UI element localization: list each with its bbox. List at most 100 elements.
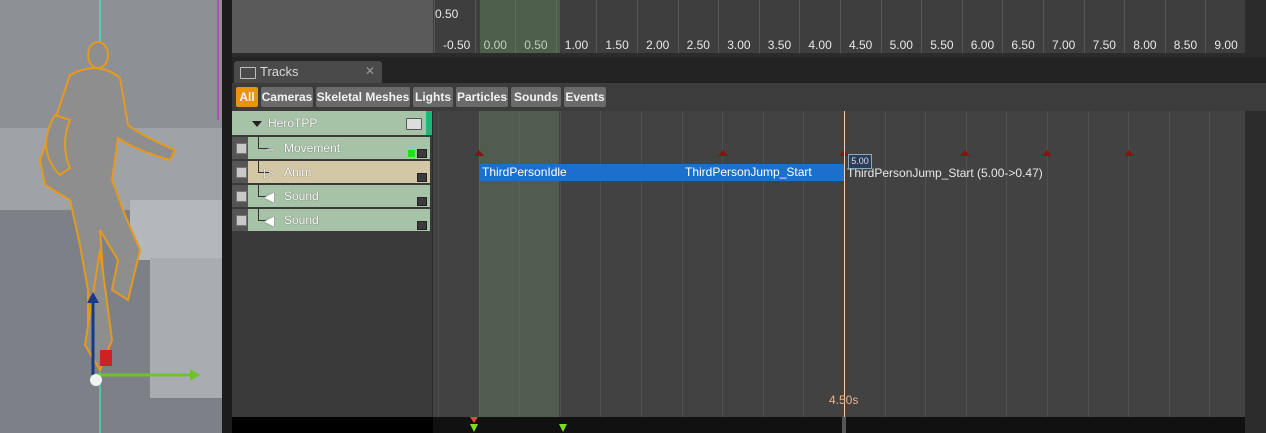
graph-gridline — [596, 0, 598, 53]
graph-x-label: 7.00 — [1052, 38, 1076, 52]
track-header[interactable]: ◀ Sound — [248, 185, 430, 207]
track-enable-checkbox[interactable] — [236, 143, 247, 154]
range-end-marker-icon[interactable] — [559, 424, 567, 432]
track-enable-checkbox[interactable] — [236, 191, 247, 202]
track-header[interactable]: ⇔ Movement — [248, 137, 430, 159]
tracks-tab-icon — [240, 67, 256, 79]
track-options-icon[interactable] — [417, 221, 427, 230]
graph-x-label: 4.50 — [849, 38, 873, 52]
movement-icon: ⇔ — [264, 141, 277, 156]
track-label: Anim — [284, 165, 312, 179]
graph-gridline — [1124, 0, 1126, 53]
timeline-gridline — [1006, 111, 1008, 417]
track-header[interactable]: ▷ Anim — [248, 161, 430, 183]
graph-x-label: 9.00 — [1214, 38, 1238, 52]
timeline-gridline — [438, 111, 439, 417]
group-label: HeroTPP — [268, 116, 318, 130]
graph-x-label: 8.00 — [1133, 38, 1157, 52]
timeline-scroll-margin — [1245, 111, 1266, 433]
graph-gridline — [799, 0, 801, 53]
filter-button-events[interactable]: Events — [564, 87, 606, 107]
filter-button-sounds[interactable]: Sounds — [511, 87, 561, 107]
timeline-gridline — [762, 111, 764, 417]
graph-x-label: 6.00 — [970, 38, 995, 52]
triangle-down-icon[interactable] — [252, 121, 262, 127]
track-label: Sound — [284, 213, 319, 227]
graph-x-label: 3.50 — [767, 38, 792, 52]
filter-button-particles[interactable]: Particles — [456, 87, 508, 107]
graph-gridline — [637, 0, 638, 53]
tab-label: Tracks — [260, 64, 299, 79]
keyframe-marker[interactable] — [474, 150, 484, 156]
graph-gridline — [961, 0, 963, 53]
group-header[interactable]: HeroTPP — [232, 111, 426, 135]
range-start-marker-icon[interactable] — [470, 424, 478, 432]
graph-x-label: 3.00 — [727, 38, 751, 52]
graph-x-label: 4.00 — [808, 38, 832, 52]
timeline-gridline — [600, 111, 602, 417]
timeline-gridline — [1047, 111, 1048, 417]
filter-button-cameras[interactable]: Cameras — [261, 87, 313, 107]
graph-x-label: 1.50 — [605, 38, 629, 52]
track-enable-checkbox[interactable] — [236, 215, 247, 226]
keyframe-marker[interactable] — [960, 150, 970, 156]
filter-button-skeletal-meshes[interactable]: Skeletal Meshes — [316, 87, 410, 107]
graph-gridline — [1164, 0, 1166, 53]
filter-button-all[interactable]: All — [236, 87, 258, 107]
timeline-gridline — [722, 111, 724, 417]
track-row[interactable]: ◀ Sound — [232, 209, 430, 231]
graph-gridline — [1043, 0, 1044, 53]
graph-gridline — [921, 0, 923, 53]
graph-x-label: 7.50 — [1092, 38, 1116, 52]
timeline-gridline — [925, 111, 927, 417]
tab-tracks[interactable]: Tracks ✕ — [234, 61, 382, 83]
track-options-icon[interactable] — [417, 149, 427, 158]
track-row[interactable]: ◀ Sound — [232, 185, 430, 207]
graph-x-label: -0.50 — [443, 38, 471, 52]
keyframe-marker[interactable] — [718, 150, 728, 156]
track-header[interactable]: ◀ Sound — [248, 209, 430, 231]
sound-icon: ◀ — [264, 213, 274, 228]
track-options-icon[interactable] — [417, 197, 427, 206]
viewport[interactable] — [0, 0, 222, 433]
timeline-gridline — [803, 111, 805, 417]
track-label: Sound — [284, 189, 319, 203]
anim-clip[interactable]: ThirdPersonJump_Start — [683, 164, 845, 181]
timeline-gridline — [965, 111, 967, 417]
folder-icon[interactable] — [406, 118, 422, 130]
curve-graph[interactable]: -0.50 0.00 0.50 1.00 1.50 2.00 2.50 3.00 3.50 4.0… — [433, 0, 1245, 53]
graph-gridline — [1002, 0, 1004, 53]
graph-gridline — [880, 0, 882, 53]
timeline-gridline — [641, 111, 642, 417]
graph-x-label: 2.00 — [646, 38, 670, 52]
splitter[interactable] — [222, 0, 232, 433]
graph-x-label: 5.00 — [889, 38, 913, 52]
group-color-strip — [426, 111, 432, 135]
anim-icon: ▷ — [264, 165, 274, 180]
playhead[interactable] — [844, 111, 845, 417]
timeline-gridline — [1087, 111, 1089, 417]
timeline-gridline — [681, 111, 683, 417]
clip-label: ThirdPersonJump_Start — [685, 165, 812, 179]
clip-tail-label: ThirdPersonJump_Start (5.00->0.47) — [847, 166, 1043, 180]
track-row[interactable]: ▷ Anim — [232, 161, 430, 183]
selection-range[interactable] — [479, 111, 559, 417]
close-icon[interactable]: ✕ — [365, 64, 375, 78]
graph-x-label: 2.50 — [686, 38, 710, 52]
track-enable-checkbox[interactable] — [236, 167, 247, 178]
clip-label: ThirdPersonIdle — [482, 165, 567, 179]
track-label: Movement — [284, 141, 341, 155]
filter-button-lights[interactable]: Lights — [413, 87, 453, 107]
sequence-start-marker-icon[interactable] — [470, 417, 478, 423]
timeline-gridline — [884, 111, 886, 417]
graph-y-label: 0.50 — [435, 7, 459, 21]
keyframe-marker[interactable] — [1124, 150, 1134, 156]
track-options-icon[interactable] — [417, 173, 427, 182]
movement-active-indicator — [408, 150, 415, 157]
track-row[interactable]: ⇔ Movement — [232, 137, 430, 159]
keyframe-marker[interactable] — [1042, 150, 1052, 156]
anim-clip[interactable]: ThirdPersonIdle — [480, 164, 685, 181]
graph-gridline — [677, 0, 679, 53]
graph-gridline — [840, 0, 841, 53]
scrubber-playhead[interactable] — [842, 417, 846, 433]
